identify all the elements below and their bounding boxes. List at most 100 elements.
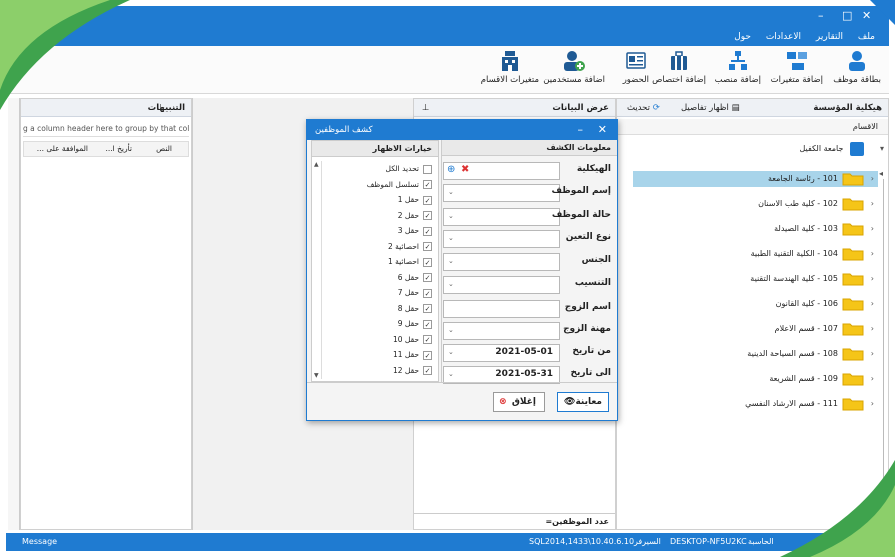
dropdown-icon[interactable]: ⌄ [448,326,454,334]
menu-reports[interactable]: التقارير [816,28,843,46]
checkbox[interactable]: ✓ [423,180,432,189]
expand-arrow-icon[interactable]: › [871,249,874,258]
display-option[interactable]: ✓ احصائية 1 [388,257,432,269]
display-option[interactable]: ✓ حقل 1 [398,195,432,207]
tree-scrollbar[interactable] [878,179,884,491]
field-combobox[interactable]: ⌄ [443,253,560,271]
checkbox[interactable]: ✓ [423,242,432,251]
structure-picker[interactable]: ⊕ ✖ [443,162,560,180]
preview-button[interactable]: 👁 معاينة [557,392,609,412]
expand-arrow-icon[interactable]: › [871,324,874,333]
menu-file[interactable]: ملف [858,28,875,46]
field-combobox[interactable] [443,300,560,318]
tree-item[interactable]: 109 - قسم الشريعة [769,371,864,387]
field-combobox[interactable]: ⌄ 2021-05-01 [443,344,560,362]
display-option[interactable]: ✓ حقل 10 [393,335,432,347]
collapse-arrow-icon[interactable]: ▾ [880,144,884,153]
field-combobox[interactable]: ⌄ [443,230,560,248]
menu-about[interactable]: حول [734,28,751,46]
field-combobox[interactable]: ⌄ [443,208,560,226]
checkbox[interactable] [423,164,432,174]
tree-item[interactable]: 103 - كلية الصيدلة [774,221,864,237]
dropdown-icon[interactable]: ⌄ [448,370,454,378]
options-list: تحديد الكل ✓ تسلسل الموظف ✓ حقل 1 ✓ حقل 2 ✓ حقل … [312,141,438,379]
checkbox[interactable]: ✓ [423,226,432,236]
display-option[interactable]: ✓ حقل 7 [398,288,432,300]
checkbox[interactable]: ✓ [423,319,432,329]
department-variables-button[interactable]: متغيرات الاقسام [481,50,539,85]
checkbox[interactable]: ✓ [423,211,432,220]
alerts-pin-icon[interactable]: ⊥ [157,99,164,117]
display-option[interactable]: ✓ حقل 6 [398,273,432,285]
pin-icon[interactable]: ⊥ [422,99,429,117]
expand-arrow-icon[interactable]: › [871,349,874,358]
side-dock[interactable] [8,98,20,530]
dropdown-icon[interactable]: ⌄ [448,257,454,265]
checkbox[interactable]: ✓ [423,273,432,282]
clear-icon[interactable]: ✖ [461,164,469,175]
show-details-button[interactable]: ▤ اظهار تفاصيل [681,99,740,117]
add-position-button[interactable]: إضافة منصب [715,50,761,85]
dropdown-icon[interactable]: ⌄ [448,234,454,242]
splitter-arrow-icon[interactable]: ◂ [879,169,883,178]
add-specialty-button[interactable]: إضافة اختصاص [652,50,706,85]
dropdown-icon[interactable]: ⌄ [448,280,454,288]
tree-item[interactable]: 102 - كلية طب الاسنان [758,196,864,212]
tree-item[interactable]: 107 - قسم الاعلام [775,321,864,337]
add-users-button[interactable]: اضافة مستخدمين [543,50,605,85]
checkbox[interactable]: ✓ [423,257,432,267]
expand-arrow-icon[interactable]: › [871,374,874,383]
close-window-button[interactable]: ✕ [862,9,871,22]
display-option[interactable]: تحديد الكل [386,164,432,176]
minimize-button[interactable]: – [818,9,824,22]
dialog-close-button[interactable]: ✕ [598,120,607,140]
info-icon[interactable]: ⊕ [447,164,455,175]
col-approval[interactable]: الموافقة على ... [37,142,88,156]
expand-arrow-icon[interactable]: › [871,199,874,208]
display-option[interactable]: ✓ حقل 8 [398,304,432,316]
display-option[interactable]: ✓ حقل 12 [393,366,432,378]
menu-settings[interactable]: الاعدادات [766,28,801,46]
col-date[interactable]: تأريخ ا... [105,142,132,156]
checkbox[interactable]: ✓ [423,350,432,360]
checkbox[interactable]: ✓ [423,288,432,298]
group-by-hint[interactable]: g a column header here to group by that … [23,121,189,137]
display-option[interactable]: ✓ حقل 3 [398,226,432,238]
display-option[interactable]: ✓ حقل 2 [398,211,432,223]
departments-column-header[interactable]: الاقسام [617,119,888,135]
tree-item[interactable]: 108 - قسم السياحة الدينية [747,346,864,362]
expand-arrow-icon[interactable]: › [871,224,874,233]
checkbox[interactable]: ✓ [423,335,432,344]
checkbox[interactable]: ✓ [423,304,432,313]
attendance-button[interactable]: الحضور [623,50,649,85]
field-combobox[interactable]: ⌄ [443,322,560,340]
refresh-button[interactable]: ⟳ تحديث [627,99,660,117]
expand-arrow-icon[interactable]: › [871,274,874,283]
tree-item[interactable]: 104 - الكلية التقنية الطبية [751,246,864,262]
dropdown-icon[interactable]: ⌄ [448,212,454,220]
tree-item[interactable]: 111 - قسم الارشاد النفسي [745,396,864,412]
checkbox[interactable]: ✓ [423,195,432,205]
add-variables-button[interactable]: إضافة متغيرات [771,50,823,85]
dialog-minimize-button[interactable]: – [578,120,584,140]
maximize-button[interactable]: □ [842,9,852,22]
close-button[interactable]: ⊗ إغلاق [493,392,545,412]
tree-item[interactable]: 105 - كلية الهندسة التقنية [750,271,864,287]
display-option[interactable]: ✓ تسلسل الموظف [367,180,432,192]
display-option[interactable]: ✓ احصائية 2 [388,242,432,254]
display-option[interactable]: ✓ حقل 9 [398,319,432,331]
col-text[interactable]: النص [156,142,172,156]
employee-card-button[interactable]: بطاقة موظف [833,50,881,85]
tree-item[interactable]: 101 - رئاسة الجامعة [633,171,878,187]
checkbox[interactable]: ✓ [423,366,432,375]
display-option[interactable]: ✓ حقل 11 [393,350,432,362]
tree-item[interactable]: 106 - كلية القانون [776,296,864,312]
dropdown-icon[interactable]: ⌄ [448,348,454,356]
expand-arrow-icon[interactable]: › [871,299,874,308]
field-combobox[interactable]: ⌄ [443,184,560,202]
field-combobox[interactable]: ⌄ [443,276,560,294]
tree-root[interactable]: جامعة الكفيل [799,141,864,157]
dropdown-icon[interactable]: ⌄ [448,188,454,196]
expand-arrow-icon[interactable]: › [871,399,874,408]
expand-arrow-icon[interactable]: › [871,174,874,183]
